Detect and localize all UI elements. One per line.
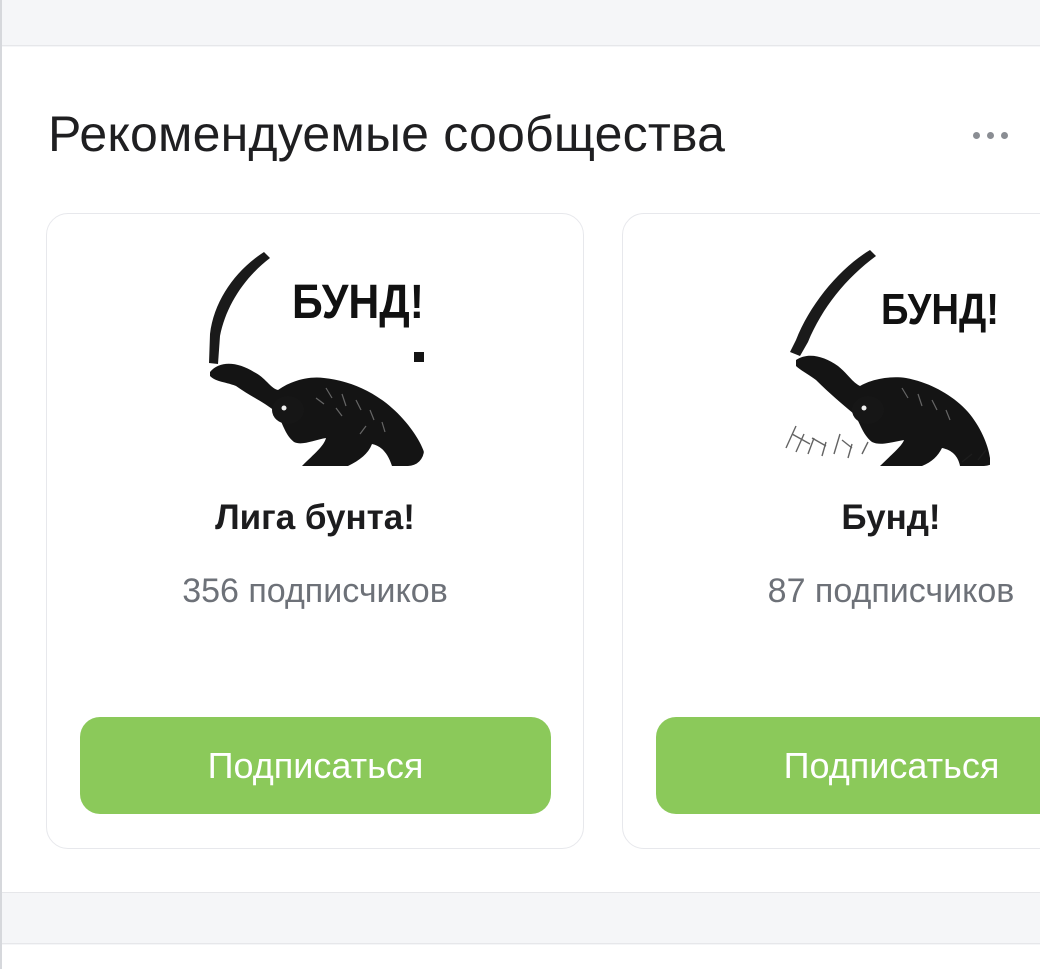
avatar-caption: БУНД!	[292, 276, 424, 329]
community-name[interactable]: Лига бунта!	[47, 498, 583, 538]
section-title: Рекомендуемые сообщества	[48, 106, 726, 162]
bottom-separator	[2, 894, 1040, 944]
next-section-panel	[2, 945, 1040, 969]
community-card[interactable]: БУНД! Бунд! 87 подписчиков Подписаться	[622, 213, 1040, 849]
community-avatar[interactable]: БУНД!	[782, 248, 1000, 466]
subscribe-button[interactable]: Подписаться	[80, 717, 551, 814]
community-avatar[interactable]: БУНД!	[206, 248, 424, 466]
avatar-caption: БУНД!	[881, 285, 999, 334]
more-options-icon[interactable]	[954, 117, 1026, 153]
community-card[interactable]: БУНД! Лига бунта! 356 подписчиков Подпис…	[46, 213, 584, 849]
recommended-communities-section: Рекомендуемые сообщества БУНД! Лига бунт…	[2, 47, 1040, 893]
top-separator	[2, 0, 1040, 46]
subscriber-count: 87 подписчиков	[767, 572, 1015, 610]
monkey-with-stick-image: БУНД!	[206, 248, 424, 466]
monkey-with-stick-image: БУНД!	[782, 248, 1000, 466]
subscribe-button[interactable]: Подписаться	[656, 717, 1040, 814]
community-name[interactable]: Бунд!	[623, 498, 1040, 538]
subscriber-count: 356 подписчиков	[182, 572, 448, 610]
